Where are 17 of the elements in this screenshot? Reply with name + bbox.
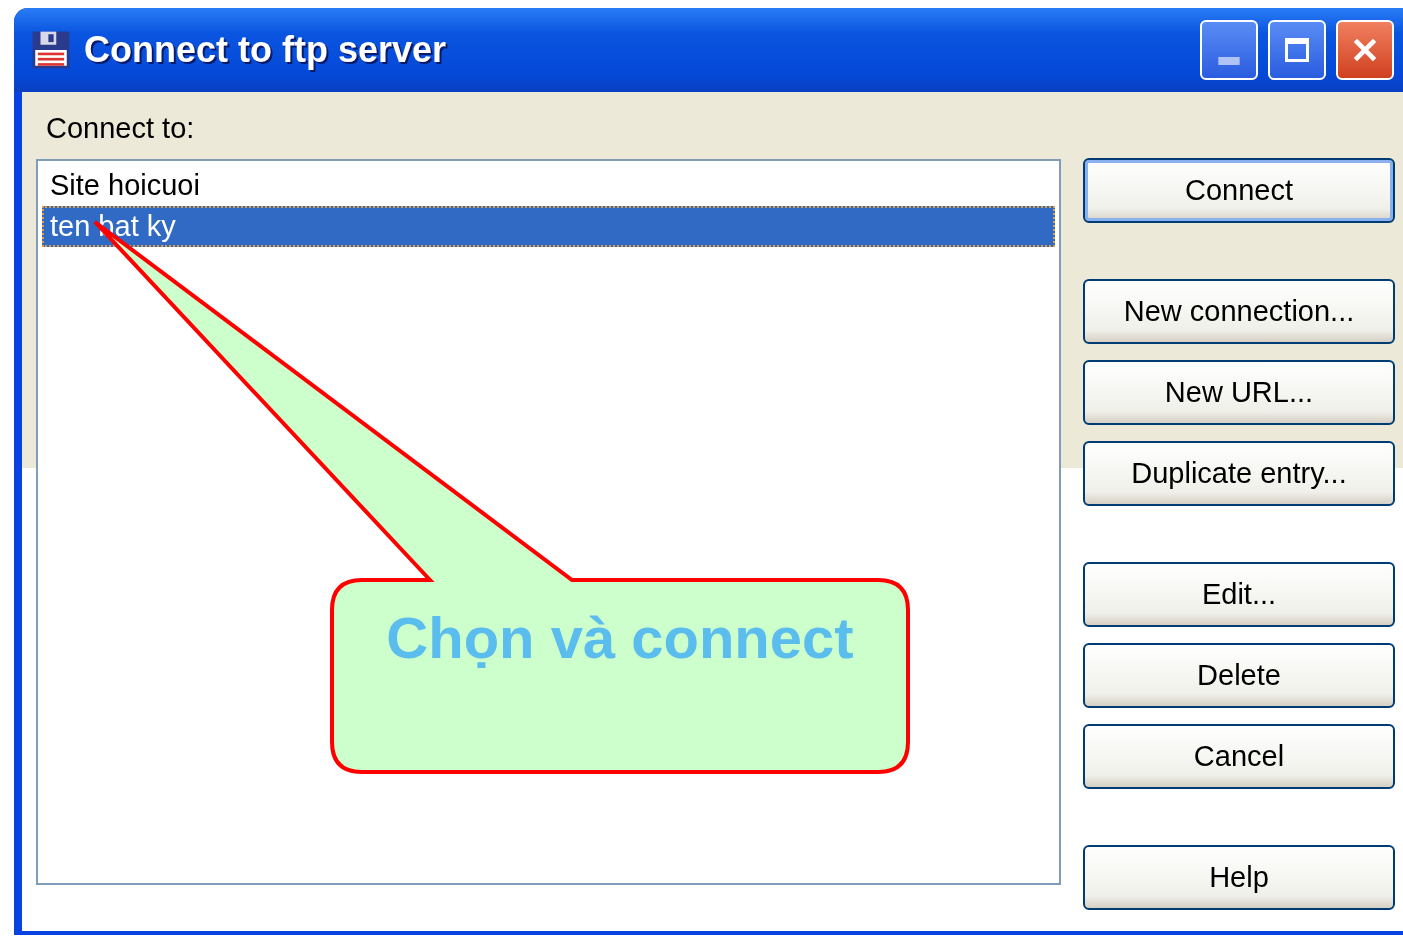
dialog-button[interactable]: Help	[1083, 845, 1395, 910]
dialog-button[interactable]: Edit...	[1083, 562, 1395, 627]
dialog-button[interactable]: Delete	[1083, 643, 1395, 708]
dialog-button[interactable]: Connect	[1083, 158, 1395, 223]
maximize-button[interactable]	[1268, 20, 1326, 80]
dialog-button[interactable]: New URL...	[1083, 360, 1395, 425]
window-title: Connect to ftp server	[84, 29, 448, 71]
connect-to-label: Connect to:	[45, 112, 196, 145]
minimize-icon	[1218, 57, 1240, 65]
dialog-button[interactable]: Duplicate entry...	[1083, 441, 1395, 506]
close-button[interactable]	[1336, 20, 1394, 80]
minimize-button[interactable]	[1200, 20, 1258, 80]
site-list-item[interactable]: Site hoicuoi	[42, 165, 1055, 206]
callout-text: Chọn và connect	[385, 604, 855, 671]
dialog-button[interactable]: Cancel	[1083, 724, 1395, 789]
dialog-button[interactable]: New connection...	[1083, 279, 1395, 344]
maximize-icon	[1282, 35, 1312, 65]
